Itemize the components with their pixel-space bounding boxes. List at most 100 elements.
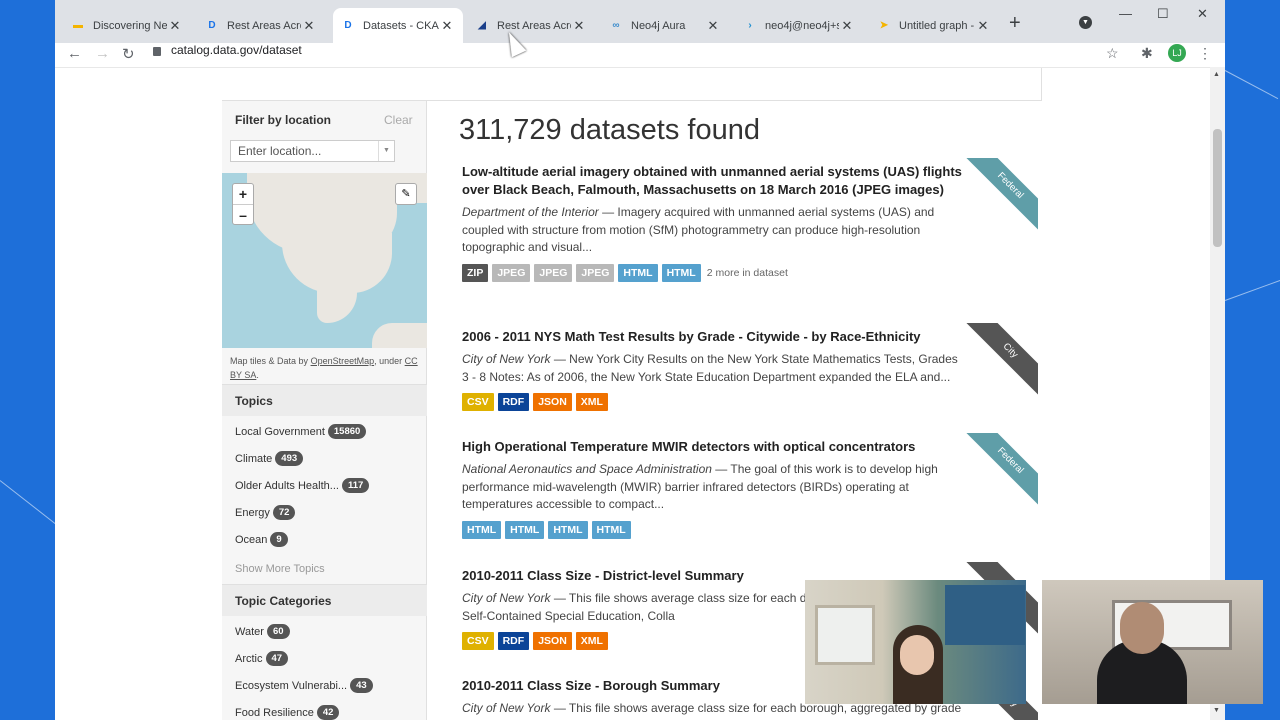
address-bar[interactable]: catalog.data.gov/dataset <box>153 43 302 57</box>
browser-tab[interactable]: ∞ Neo4j Aura ✕ <box>601 8 729 43</box>
extensions-icon[interactable]: ✱ <box>1141 45 1153 62</box>
back-icon[interactable]: ← <box>67 45 82 62</box>
close-tab-icon[interactable]: ✕ <box>439 18 455 34</box>
ribbon-label: City <box>963 323 1038 398</box>
clear-location-link[interactable]: Clear <box>384 113 413 127</box>
browser-menu-icon[interactable]: ⋮ <box>1198 45 1212 62</box>
browser-tab[interactable]: ▬ Discovering Neo4✕ <box>63 8 191 43</box>
org-type-ribbon: Federal <box>963 433 1038 508</box>
browser-tab[interactable]: D Rest Areas Acros✕ <box>197 8 325 43</box>
format-badge[interactable]: ZIP <box>462 263 489 282</box>
dataset-title-link[interactable]: 2006 - 2011 NYS Math Test Results by Gra… <box>462 328 967 346</box>
format-badge[interactable]: JSON <box>533 632 572 650</box>
topics-heading: Topics <box>222 384 427 416</box>
scrollbar-thumb[interactable] <box>1213 129 1222 247</box>
profile-avatar[interactable]: LJ <box>1168 44 1186 62</box>
forward-icon[interactable]: → <box>95 45 110 62</box>
scroll-down-icon[interactable]: ▼ <box>1213 707 1220 714</box>
format-badge[interactable]: HTML <box>462 520 502 539</box>
browser-tab[interactable]: › neo4j@neo4j+s ✕ <box>735 8 863 43</box>
browser-tab[interactable]: ➤ Untitled graph - ✕ <box>869 8 999 43</box>
close-window-icon[interactable]: ✕ <box>1197 6 1208 22</box>
dataset-item: 2006 - 2011 NYS Math Test Results by Gra… <box>462 328 967 411</box>
browser-tab[interactable]: ◢ Rest Areas Acros✕ <box>467 8 595 43</box>
format-badge[interactable]: XML <box>575 632 608 650</box>
format-badge[interactable]: CSV <box>462 632 494 650</box>
dataset-organization: National Aeronautics and Space Administr… <box>462 462 712 476</box>
tab-search-icon[interactable]: ▼ <box>1079 16 1092 29</box>
dataset-title-link[interactable]: High Operational Temperature MWIR detect… <box>462 438 967 456</box>
format-badge[interactable]: HTML <box>618 263 658 282</box>
category-facet-item[interactable]: Arctic 47 <box>235 651 289 666</box>
tab-title: Datasets - CKAN <box>363 19 439 32</box>
slides-icon: ▬ <box>73 20 83 31</box>
zoom-in-icon[interactable]: + <box>233 184 253 204</box>
minimize-icon[interactable]: — <box>1119 6 1132 21</box>
browser-tab[interactable]: D Datasets - CKAN ✕ <box>333 8 463 43</box>
category-facet-item[interactable]: Ecosystem Vulnerabi... 43 <box>235 678 373 693</box>
location-input[interactable]: Enter location... ▼ <box>230 140 395 162</box>
map-zoom-control: + – <box>232 183 254 225</box>
location-placeholder: Enter location... <box>238 144 322 158</box>
format-badge[interactable]: HTML <box>548 520 588 539</box>
format-badge[interactable]: RDF <box>497 632 530 650</box>
tab-title: neo4j@neo4j+s <box>765 19 839 32</box>
dataset-title-link[interactable]: Low-altitude aerial imagery obtained wit… <box>462 163 967 199</box>
category-facet-item[interactable]: Water 60 <box>235 624 290 639</box>
topic-facet-item[interactable]: Energy 72 <box>235 505 296 520</box>
pencil-icon[interactable]: ✎ <box>395 183 417 205</box>
close-tab-icon[interactable]: ✕ <box>839 18 855 34</box>
show-more-topics-link[interactable]: Show More Topics <box>235 563 325 575</box>
maximize-icon[interactable]: ☐ <box>1157 6 1169 22</box>
facet-count-badge: 60 <box>266 624 290 639</box>
facet-label: Local Government <box>235 425 325 438</box>
format-badge[interactable]: JSON <box>533 393 572 411</box>
close-tab-icon[interactable]: ✕ <box>705 18 721 34</box>
attribution-mid: , under <box>374 356 403 366</box>
format-badges: HTML HTML HTML HTML <box>462 520 967 539</box>
facet-count-badge: 9 <box>270 532 288 547</box>
topic-facet-item[interactable]: Ocean 9 <box>235 532 288 547</box>
results-count-heading: 311,729 datasets found <box>459 114 760 146</box>
tab-title: Rest Areas Acros <box>227 19 301 32</box>
terminal-icon: › <box>748 20 752 31</box>
format-badge[interactable]: HTML <box>591 520 631 539</box>
format-badge[interactable]: XML <box>575 393 608 411</box>
topic-facet-item[interactable]: Local Government 15860 <box>235 424 367 439</box>
dataset-description: City of New York — New York City Results… <box>462 351 967 386</box>
location-map[interactable]: + – ✎ <box>222 173 427 348</box>
close-tab-icon[interactable]: ✕ <box>571 18 587 34</box>
format-badge[interactable]: CSV <box>462 393 494 411</box>
zoom-out-icon[interactable]: – <box>233 204 253 224</box>
facet-label: Ecosystem Vulnerabi... <box>235 679 348 692</box>
format-badge[interactable]: HTML <box>661 263 701 282</box>
format-badge[interactable]: JPEG <box>492 263 531 282</box>
close-tab-icon[interactable]: ✕ <box>167 18 183 34</box>
map-attribution: Map tiles & Data by OpenStreetMap, under… <box>230 354 420 382</box>
reload-icon[interactable]: ↻ <box>122 45 135 63</box>
category-facet-item[interactable]: Food Resilience 42 <box>235 705 340 720</box>
dataset-description: Department of the Interior — Imagery acq… <box>462 204 967 257</box>
dropdown-arrow-icon[interactable]: ▼ <box>378 141 394 161</box>
format-badge[interactable]: RDF <box>497 393 530 411</box>
close-tab-icon[interactable]: ✕ <box>301 18 317 34</box>
format-badge[interactable]: JPEG <box>534 263 573 282</box>
osm-link[interactable]: OpenStreetMap <box>311 356 375 366</box>
arrows-icon: ➤ <box>879 20 889 31</box>
dataset-description: National Aeronautics and Space Administr… <box>462 461 967 514</box>
bookmark-star-icon[interactable]: ☆ <box>1106 45 1119 62</box>
format-badge[interactable]: HTML <box>505 520 545 539</box>
topic-facet-item[interactable]: Older Adults Health... 117 <box>235 478 370 493</box>
new-tab-button[interactable]: + <box>1009 12 1021 35</box>
dataset-organization: City of New York <box>462 701 551 715</box>
format-badges: CSV RDF JSON XML <box>462 393 967 411</box>
format-badge[interactable]: JPEG <box>576 263 615 282</box>
topic-facet-item[interactable]: Climate 493 <box>235 451 304 466</box>
facet-count-badge: 47 <box>265 651 289 666</box>
attribution-suffix: . <box>256 370 259 380</box>
close-tab-icon[interactable]: ✕ <box>975 18 991 34</box>
facet-count-badge: 493 <box>275 451 304 466</box>
facet-count-badge: 117 <box>341 478 370 493</box>
scroll-up-icon[interactable]: ▲ <box>1213 71 1220 78</box>
attribution-prefix: Map tiles & Data by <box>230 356 309 366</box>
